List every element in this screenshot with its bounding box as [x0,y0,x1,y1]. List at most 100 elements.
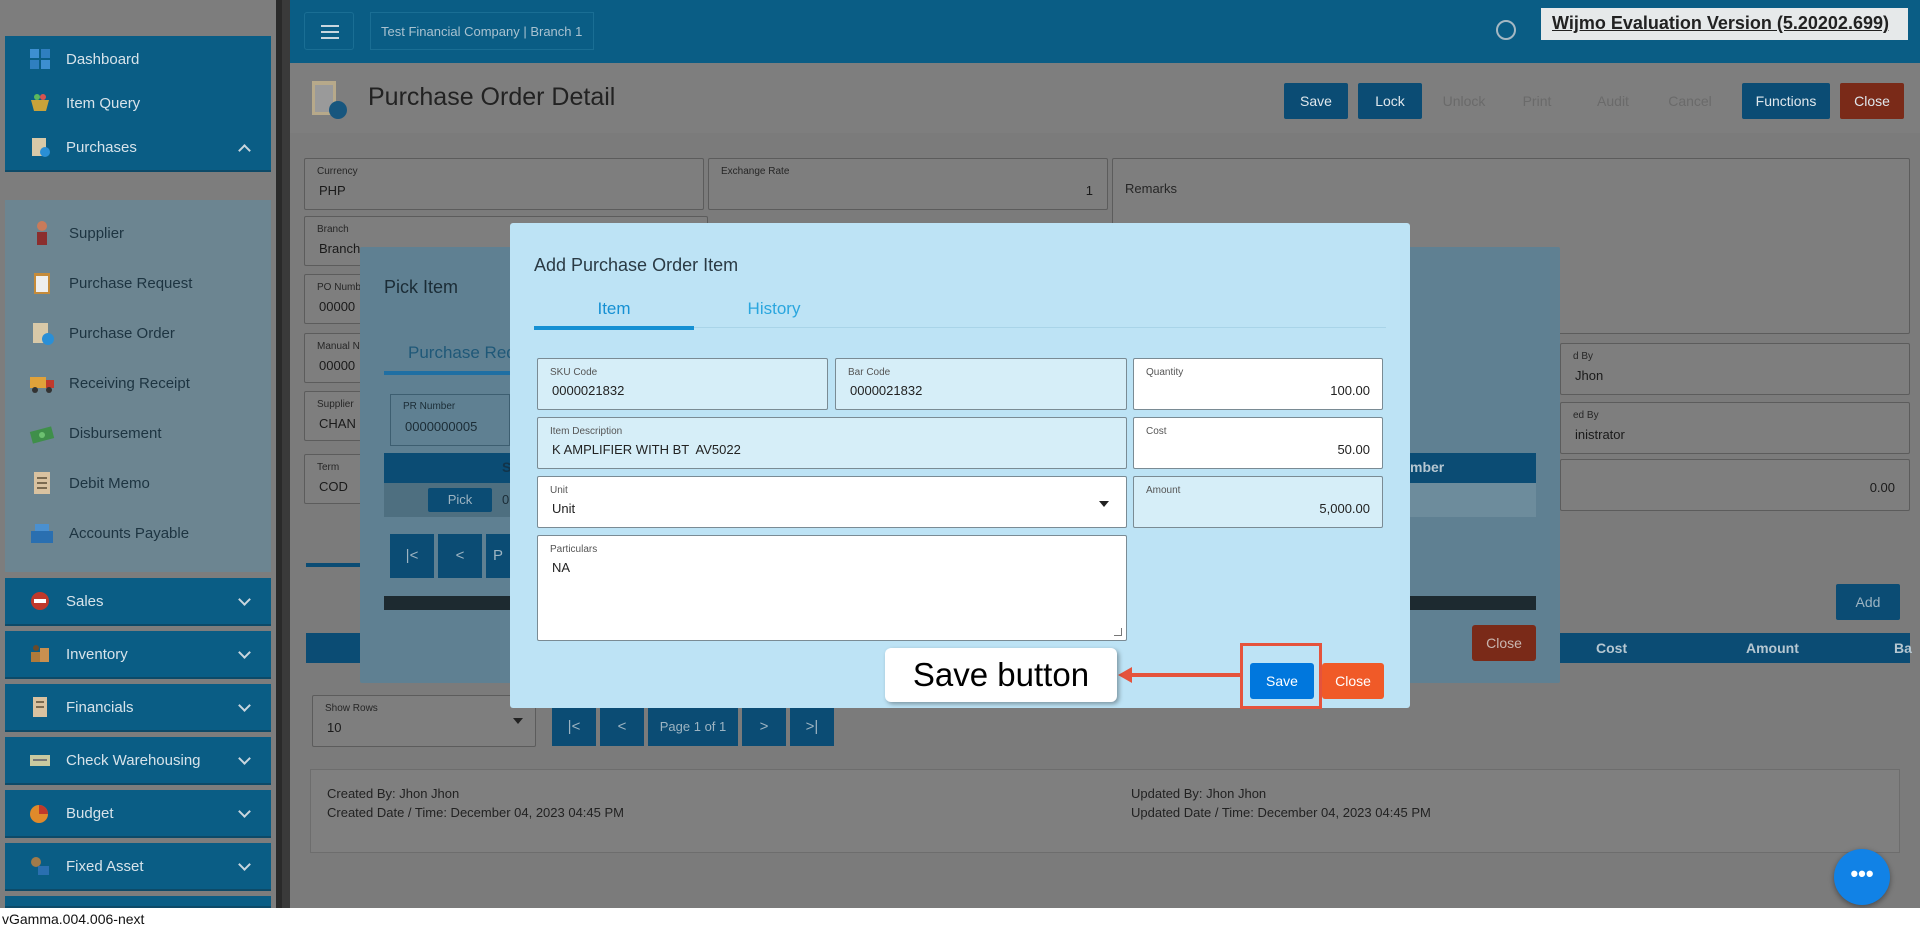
arrow-head-icon [1118,667,1132,683]
grid-cell: 0 [502,492,510,507]
submenu-item-purchase-request[interactable]: Purchase Request [5,264,271,302]
hamburger-line [321,37,339,39]
page-indicator: Page 1 of 1 [648,708,738,746]
submenu-item-label: Purchase Request [69,274,193,292]
quantity-field[interactable]: Quantity 100.00 [1133,358,1383,410]
sidebar: Dashboard Item Query Purchases Supplier … [0,0,276,908]
submenu-item-receiving-receipt[interactable]: Receiving Receipt [5,364,271,402]
sidebar-item-inventory[interactable]: Inventory [5,631,271,679]
sidebar-item-dashboard[interactable]: Dashboard [5,36,271,84]
more-options-button[interactable]: ••• [1834,849,1890,905]
currency-field[interactable]: Currency PHP [304,158,704,210]
field-label: Branch [317,224,349,235]
sidebar-item-item-query[interactable]: Item Query [5,80,271,128]
sidebar-item-purchases[interactable]: Purchases [5,124,271,172]
caret-down-icon[interactable] [1099,501,1109,507]
cost-field[interactable]: Cost 50.00 [1133,417,1383,469]
person-icon [29,220,55,246]
submenu-item-purchase-order[interactable]: Purchase Order [5,314,271,352]
close-button[interactable]: Close [1840,83,1904,119]
field-value: Branch [319,241,361,256]
ledger-icon [28,695,52,719]
sidebar-item-check-warehousing[interactable]: Check Warehousing [5,737,271,785]
save-button[interactable]: Save [1284,83,1348,119]
sidebar-item-budget[interactable]: Budget [5,790,271,838]
chevron-up-icon [238,144,251,157]
unit-select[interactable]: Unit Unit [537,476,1127,528]
exchange-rate-field[interactable]: Exchange Rate 1 [708,158,1108,210]
unlock-button[interactable]: Unlock [1432,83,1496,119]
field-value: 0.00 [1869,480,1895,495]
sidebar-item-fixed-asset[interactable]: Fixed Asset [5,843,271,891]
sku-code-field[interactable]: SKU Code 0000021832 [537,358,828,410]
submenu-item-debit-memo[interactable]: Debit Memo [5,464,271,502]
first-page-button[interactable]: |< [390,534,434,578]
field-label: Term [317,462,340,473]
audit-button[interactable]: Audit [1588,83,1638,119]
next-page-button[interactable]: > [742,708,786,746]
submenu-item-label: Purchase Order [69,324,175,342]
field-label: Quantity [1146,367,1184,378]
field-value: 100.00 [1330,383,1370,398]
cash-register-icon [29,520,55,546]
prev-page-button[interactable]: < [600,708,644,746]
tab-purchase-request[interactable]: Purchase Requ [408,343,525,363]
sidebar-item-sales[interactable]: Sales [5,578,271,626]
money-icon [29,420,55,446]
show-rows-select[interactable]: Show Rows 10 [312,695,536,747]
last-page-button[interactable]: >| [790,708,834,746]
sale-tag-icon [28,589,52,613]
particulars-textarea[interactable]: Particulars NA [537,535,1127,641]
grid-header-amount[interactable]: Amount [1746,640,1799,656]
modal-tabs: Item History [534,298,1386,330]
field-label: PR Number [403,401,456,412]
evaluation-banner[interactable]: Wijmo Evaluation Version (5.20202.699) [1541,8,1908,40]
bar-code-field[interactable]: Bar Code 0000021832 [835,358,1127,410]
lock-button[interactable]: Lock [1358,83,1422,119]
sidebar-scrollbar[interactable] [282,0,290,908]
first-page-button[interactable]: |< [552,708,596,746]
prepared-by-field[interactable]: d By Jhon [1560,343,1910,395]
sidebar-item-label: Check Warehousing [66,751,201,769]
scroll-track[interactable] [384,596,510,610]
resize-handle-icon[interactable] [1114,628,1122,636]
scroll-track[interactable] [1410,596,1536,610]
tab-history[interactable]: History [694,298,854,328]
prev-page-button[interactable]: < [438,534,482,578]
pick-close-button[interactable]: Close [1472,625,1536,661]
sidebar-item-label: Dashboard [66,50,140,68]
grid-header-cost[interactable]: Cost [1596,640,1627,656]
add-button[interactable]: Add [1836,584,1900,620]
field-value: COD [319,479,348,494]
annotation-arrow [1127,673,1240,677]
globe-icon[interactable] [1496,20,1516,40]
field-value: 0000021832 [850,383,923,398]
sidebar-item-financials[interactable]: Financials [5,684,271,732]
pr-number-field[interactable]: PR Number 0000000005 [390,394,510,446]
submenu-item-accounts-payable[interactable]: Accounts Payable [5,514,271,552]
field-value: 1 [1085,183,1093,198]
print-button[interactable]: Print [1512,83,1562,119]
tab-indicator [384,371,524,375]
modal-close-button[interactable]: Close [1322,663,1384,699]
updated-date: Updated Date / Time: December 04, 2023 0… [1131,805,1431,820]
clipboard-check-icon [28,135,52,159]
field-value: Jhon [1575,368,1604,383]
item-description-field[interactable]: Item Description K AMPLIFIER WITH BT AV5… [537,417,1127,469]
field-value: K AMPLIFIER WITH BT AV5022 [552,442,741,457]
submenu-item-disbursement[interactable]: Disbursement [5,414,271,452]
tab-item[interactable]: Item [534,298,694,330]
cancel-button[interactable]: Cancel [1662,83,1718,119]
amount-field: Amount 5,000.00 [1133,476,1383,528]
submenu-item-supplier[interactable]: Supplier [5,214,271,252]
functions-button[interactable]: Functions [1742,83,1830,119]
field-label: d By [1573,351,1594,362]
pick-button[interactable]: Pick [428,488,492,512]
version-footer: vGamma.004.006-next [0,908,1920,931]
save-button-highlight [1240,643,1322,709]
field-label: Amount [1146,485,1181,496]
grid-header-ba[interactable]: Ba [1894,640,1912,656]
approved-by-field[interactable]: ed By inistrator [1560,402,1910,454]
company-selector[interactable]: Test Financial Company | Branch 1 [370,12,594,50]
menu-toggle-button[interactable] [304,12,354,50]
